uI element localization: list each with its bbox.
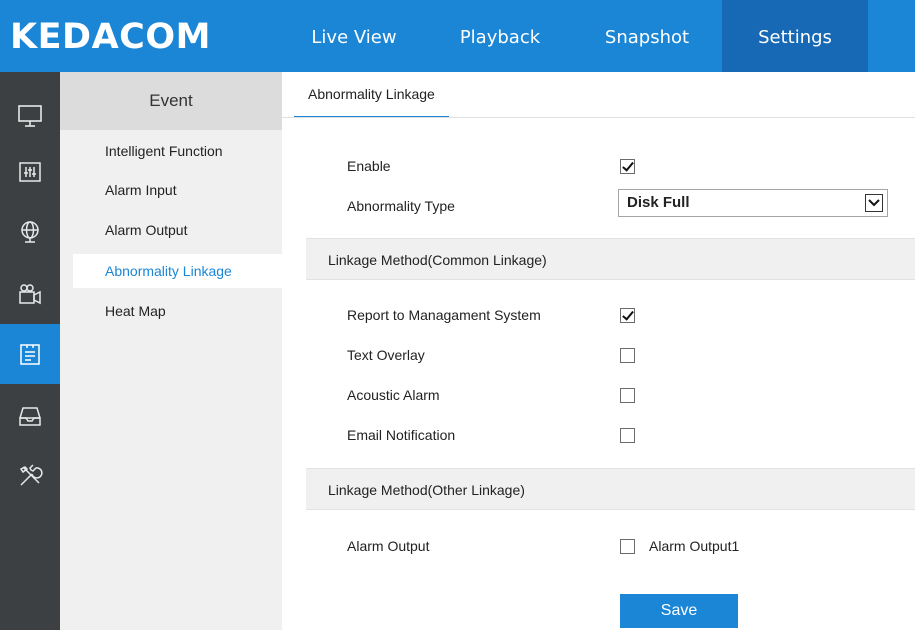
report-label: Report to Managament System — [347, 307, 541, 323]
abnormality-type-select[interactable]: Disk Full — [618, 189, 888, 217]
adjust-icon — [19, 162, 41, 182]
sidebar-item-alarm-input[interactable]: Alarm Input — [73, 173, 282, 207]
event-sidebar: Event Intelligent Function Alarm Input A… — [60, 72, 282, 630]
tab-live-view[interactable]: Live View — [292, 0, 416, 72]
enable-checkbox[interactable] — [620, 159, 635, 174]
sidebar-item-heat-map[interactable]: Heat Map — [73, 294, 282, 328]
enable-label: Enable — [347, 158, 391, 174]
abnormality-type-value: Disk Full — [627, 194, 690, 211]
tab-snapshot[interactable]: Snapshot — [585, 0, 709, 72]
alarm-output1-checkbox[interactable] — [620, 539, 635, 554]
storage-icon — [19, 407, 41, 426]
event-settings-button[interactable] — [0, 324, 60, 384]
camera-icon — [19, 284, 41, 305]
text-overlay-label: Text Overlay — [347, 347, 425, 363]
acoustic-alarm-label: Acoustic Alarm — [347, 387, 440, 403]
sidebar-header: Event — [60, 72, 282, 130]
email-notification-checkbox[interactable] — [620, 428, 635, 443]
system-settings-button[interactable] — [0, 446, 60, 506]
image-settings-button[interactable] — [0, 142, 60, 202]
acoustic-alarm-checkbox[interactable] — [620, 388, 635, 403]
event-icon — [20, 344, 40, 365]
video-settings-button[interactable] — [0, 264, 60, 324]
monitor-icon — [18, 105, 42, 127]
other-linkage-section-header: Linkage Method(Other Linkage) — [306, 468, 915, 510]
tab-settings[interactable]: Settings — [722, 0, 868, 72]
chevron-down-icon — [865, 194, 883, 212]
network-icon — [21, 221, 39, 243]
sidebar-item-abnormality-linkage[interactable]: Abnormality Linkage — [73, 254, 282, 288]
network-settings-button[interactable] — [0, 202, 60, 262]
top-bar: KEDACOM Live View Playback Snapshot Sett… — [0, 0, 915, 72]
storage-settings-button[interactable] — [0, 386, 60, 446]
report-checkbox[interactable] — [620, 308, 635, 323]
kedacom-logo: KEDACOM — [10, 17, 211, 57]
tab-divider — [282, 117, 915, 118]
abnormality-type-label: Abnormality Type — [347, 198, 455, 214]
save-button[interactable]: Save — [620, 594, 738, 628]
tab-abnormality-linkage[interactable]: Abnormality Linkage — [294, 72, 449, 118]
tab-playback[interactable]: Playback — [438, 0, 562, 72]
sidebar-item-intelligent-function[interactable]: Intelligent Function — [73, 134, 282, 168]
live-settings-button[interactable] — [0, 86, 60, 146]
sidebar-item-alarm-output[interactable]: Alarm Output — [73, 213, 282, 247]
tools-icon — [19, 464, 43, 486]
email-notification-label: Email Notification — [347, 427, 456, 443]
text-overlay-checkbox[interactable] — [620, 348, 635, 363]
alarm-output-label: Alarm Output — [347, 538, 430, 554]
alarm-output1-label: Alarm Output1 — [649, 538, 740, 554]
icon-sidebar — [0, 72, 60, 630]
common-linkage-section-header: Linkage Method(Common Linkage) — [306, 238, 915, 280]
